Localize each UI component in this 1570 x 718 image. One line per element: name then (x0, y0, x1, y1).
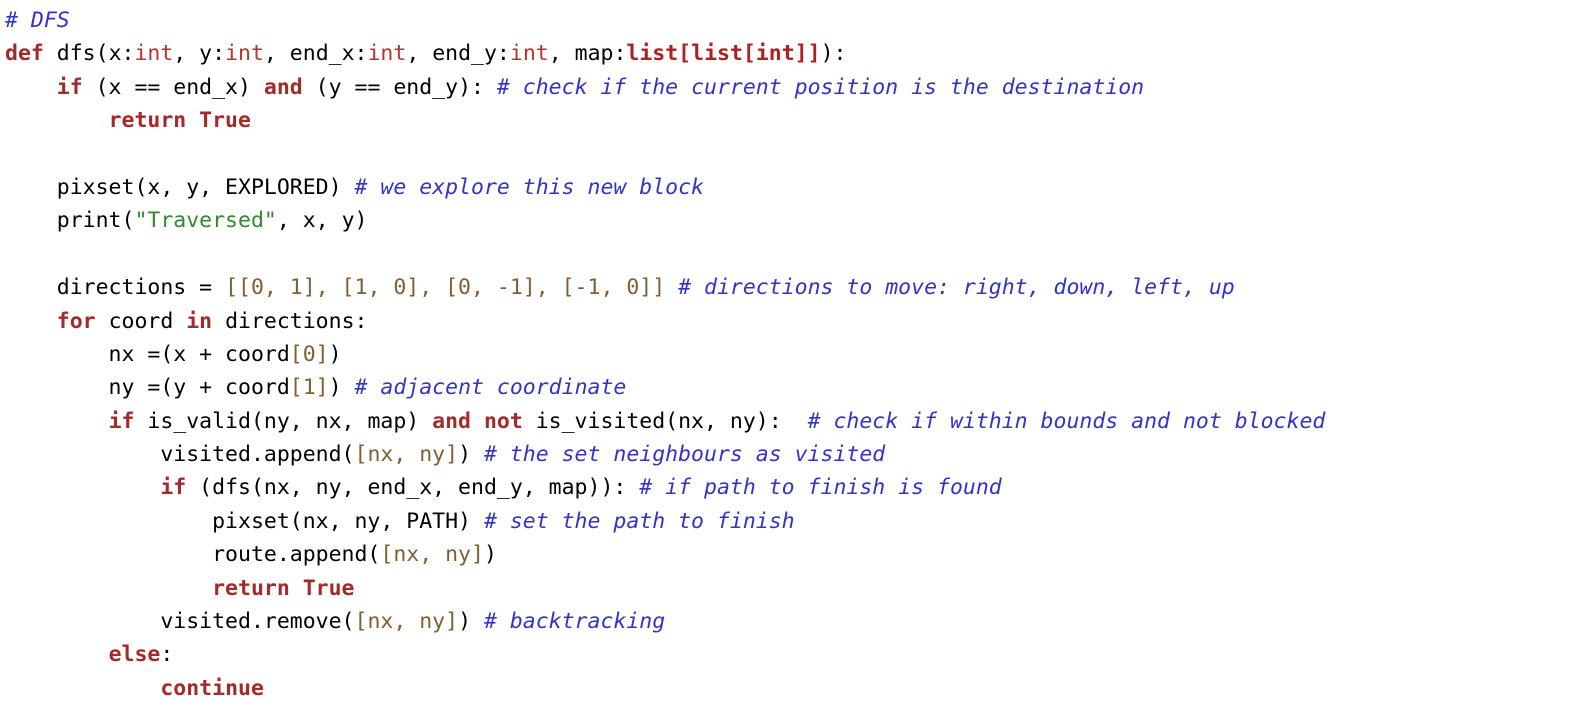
code-token-br: [0] (289, 341, 329, 367)
code-token-kw: return True (108, 108, 251, 134)
code-token-pl: ) (328, 341, 342, 367)
code-token-pl: (dfs(nx, ny, end_x, end_y, map)): (186, 475, 640, 501)
code-token-kw: if (56, 74, 83, 100)
code-token-cm: # check if the current position is the d… (496, 74, 1145, 100)
code-line: return True (5, 104, 1570, 137)
code-token-pl: : (160, 642, 174, 668)
code-token-cm: # backtracking (483, 609, 666, 635)
code-token-pl: nx =(x + coord (5, 341, 290, 367)
code-line: continue (5, 672, 1570, 705)
code-token-pl: ) (483, 542, 497, 568)
code-token-kw: continue (160, 675, 264, 701)
code-line: else: (5, 638, 1570, 671)
code-token-pl: directions = (5, 275, 226, 301)
code-token-pl: print( (5, 208, 135, 234)
code-token-kw: else (108, 642, 161, 668)
code-line: pixset(nx, ny, PATH) # set the path to f… (5, 505, 1570, 538)
code-token-kw: and not (432, 408, 523, 434)
code-line: visited.remove([nx, ny]) # backtracking (5, 605, 1570, 638)
code-token-cm: # directions to move: right, down, left,… (678, 275, 1235, 301)
code-token-pl: , map: (548, 41, 627, 67)
code-token-pl: directions: (212, 308, 368, 334)
code-line: ny =(y + coord[1]) # adjacent coordinate (5, 371, 1570, 404)
code-line: if (dfs(nx, ny, end_x, end_y, map)): # i… (5, 471, 1570, 504)
code-token-kw: return True (212, 575, 355, 601)
code-token-pl: , end_x: (263, 41, 368, 67)
code-token-kw: def (5, 41, 44, 67)
code-line: route.append([nx, ny]) (5, 538, 1570, 571)
code-token-pl: is_visited(nx, ny): (522, 408, 808, 434)
code-token-typ: int (367, 41, 407, 67)
code-token-cm: # set the path to finish (483, 508, 795, 534)
code-token-cm: # we explore this new block (354, 174, 705, 200)
code-line: ​ (5, 238, 1570, 271)
code-line: ​ (5, 138, 1570, 171)
code-token-kw: in (186, 308, 213, 334)
code-line: for coord in directions: (5, 305, 1570, 338)
code-token-pl: pixset(x, y, EXPLORED) (5, 174, 355, 200)
code-token-pl: dfs(x: (43, 41, 135, 67)
code-line: if (x == end_x) and (y == end_y): # chec… (5, 71, 1570, 104)
code-token-typb: list[list[int]] (626, 41, 821, 67)
code-token-br: [1] (289, 375, 329, 401)
code-token-pl: ny =(y + coord (5, 375, 290, 401)
code-line: nx =(x + coord[0]) (5, 338, 1570, 371)
code-listing[interactable]: # DFS def dfs(x:int, y:int, end_x:int, en… (0, 0, 1570, 705)
code-token-pl: ) (458, 442, 484, 468)
code-line: print("Traversed", x, y) (5, 204, 1570, 237)
code-token-pl: visited.append( (5, 442, 355, 468)
code-token-typ: int (225, 41, 264, 67)
code-token-br: [[0, 1], [1, 0], [0, -1], [-1, 0]] (225, 275, 666, 301)
code-token-pl: (x == end_x) (82, 74, 264, 100)
code-token-pl: coord (95, 308, 187, 334)
code-token-kw: for (56, 308, 96, 334)
code-token-pl: is_valid(ny, nx, map) (134, 408, 433, 434)
code-token-pl: , end_y: (406, 41, 510, 67)
code-token-cm: # the set neighbours as visited (483, 442, 886, 468)
code-token-st: "Traversed" (134, 208, 277, 234)
code-token-pl: ) (458, 609, 484, 635)
code-token-pl: visited.remove( (5, 609, 355, 635)
code-token-cm: # check if within bounds and not blocked (807, 408, 1326, 434)
code-token-br: [nx, ny] (354, 609, 459, 635)
code-token-br: [nx, ny] (380, 542, 484, 568)
code-token-pl: , y: (173, 41, 226, 67)
code-token-pl: route.append( (5, 542, 381, 568)
code-line: directions = [[0, 1], [1, 0], [0, -1], [… (5, 271, 1570, 304)
code-token-cm: # DFS (5, 8, 70, 33)
code-token-pl: ) (328, 375, 355, 401)
code-line: if is_valid(ny, nx, map) and not is_visi… (5, 405, 1570, 438)
code-token-kw: and (263, 74, 303, 100)
code-token-br: [nx, ny] (354, 442, 459, 468)
code-token-pl: ): (820, 41, 847, 67)
code-viewport[interactable]: # DFS def dfs(x:int, y:int, end_x:int, en… (0, 0, 1570, 718)
code-line: return True (5, 572, 1570, 605)
code-line: visited.append([nx, ny]) # the set neigh… (5, 438, 1570, 471)
code-line: pixset(x, y, EXPLORED) # we explore this… (5, 171, 1570, 204)
code-token-typ: int (134, 41, 174, 67)
code-token-pl: (y == end_y): (302, 74, 497, 100)
code-line: # DFS (5, 4, 1570, 37)
code-token-pl: , x, y) (276, 208, 368, 234)
code-line: def dfs(x:int, y:int, end_x:int, end_y:i… (5, 37, 1570, 70)
code-token-cm: # if path to finish is found (639, 475, 1002, 501)
code-token-kw: if (108, 408, 135, 434)
code-token-pl: pixset(nx, ny, PATH) (5, 508, 484, 534)
code-token-cm: # adjacent coordinate (354, 375, 627, 401)
code-token-kw: if (160, 475, 187, 501)
code-token-typ: int (509, 41, 549, 67)
